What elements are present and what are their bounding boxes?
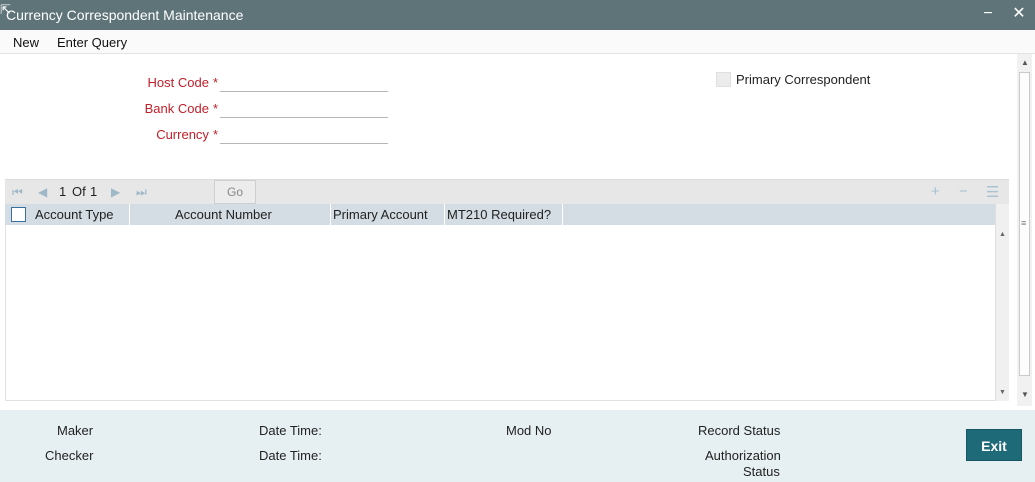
- grid-header: Account Type Account Number Primary Acco…: [5, 204, 995, 225]
- menu-new[interactable]: New: [13, 35, 39, 50]
- mod-no-label: Mod No: [506, 423, 552, 438]
- window-titlebar: ⇱ Currency Correspondent Maintenance − ✕: [0, 0, 1035, 30]
- grid-toolbar: ⏮ ◀ 1 Of 1 ▶ ⏭ Go + − ☰: [5, 179, 1009, 204]
- grid-scrollbar[interactable]: ▲ ▼: [995, 204, 1009, 401]
- column-divider: [330, 204, 331, 225]
- scroll-up-icon[interactable]: ▲: [1021, 58, 1029, 67]
- delete-row-icon[interactable]: −: [959, 183, 968, 200]
- authorization-status-label-line2: Status: [743, 464, 780, 479]
- required-marker: *: [212, 75, 218, 90]
- page-scrollbar[interactable]: ▲ ≡ ▼: [1017, 54, 1032, 406]
- scroll-down-icon[interactable]: ▼: [999, 389, 1006, 396]
- maker-date-time-label: Date Time:: [259, 423, 322, 438]
- checker-label: Checker: [45, 448, 94, 463]
- next-page-icon[interactable]: ▶: [111, 185, 120, 199]
- page-of-label: Of: [72, 184, 86, 199]
- bank-code-label-text: Bank Code: [144, 101, 209, 116]
- column-account-number[interactable]: Account Number: [175, 207, 272, 222]
- single-view-icon[interactable]: ☰: [986, 183, 999, 201]
- last-page-icon[interactable]: ⏭: [136, 185, 147, 200]
- window-title: Currency Correspondent Maintenance: [6, 7, 244, 23]
- primary-correspondent-label: Primary Correspondent: [736, 72, 871, 87]
- host-code-label: Host Code *: [98, 75, 218, 90]
- maker-label: Maker: [57, 423, 94, 438]
- form-area: Host Code * Bank Code * Currency * Primary …: [0, 54, 1017, 406]
- record-status-label: Record Status: [698, 423, 781, 438]
- menu-enter-query[interactable]: Enter Query: [57, 35, 127, 50]
- column-divider: [129, 204, 130, 225]
- go-button[interactable]: Go: [214, 180, 256, 204]
- minimize-icon[interactable]: −: [978, 4, 998, 24]
- add-row-icon[interactable]: +: [931, 183, 940, 200]
- column-mt210-required[interactable]: MT210 Required?: [447, 207, 551, 222]
- bank-code-input[interactable]: [220, 98, 388, 118]
- column-account-type[interactable]: Account Type: [35, 207, 114, 222]
- required-marker: *: [212, 101, 218, 116]
- total-pages: 1: [90, 184, 98, 199]
- menu-bar: New Enter Query: [0, 30, 1035, 54]
- currency-label-text: Currency: [156, 127, 209, 142]
- authorization-status-label: Authorization: [705, 448, 781, 463]
- select-all-checkbox[interactable]: [11, 207, 26, 222]
- previous-page-icon[interactable]: ◀: [38, 185, 47, 199]
- currency-label: Currency *: [98, 127, 218, 142]
- bank-code-label: Bank Code *: [98, 101, 218, 116]
- scroll-down-icon[interactable]: ▼: [1021, 390, 1029, 399]
- column-divider: [562, 204, 563, 225]
- current-page[interactable]: 1: [59, 184, 66, 199]
- column-primary-account[interactable]: Primary Account: [333, 207, 428, 222]
- host-code-input[interactable]: [220, 72, 388, 92]
- required-marker: *: [212, 127, 218, 142]
- audit-footer: Maker Checker Date Time: Date Time: Mod …: [0, 410, 1035, 482]
- close-icon[interactable]: ✕: [1009, 4, 1029, 24]
- column-divider: [444, 204, 445, 225]
- host-code-label-text: Host Code: [147, 75, 209, 90]
- exit-button[interactable]: Exit: [966, 429, 1022, 461]
- scrollbar-grip-icon: ≡: [1021, 218, 1027, 228]
- primary-correspondent-checkbox[interactable]: [716, 72, 731, 87]
- first-page-icon[interactable]: ⏮: [12, 185, 23, 200]
- grid-body: [5, 225, 995, 401]
- scroll-up-icon[interactable]: ▲: [999, 231, 1006, 238]
- checker-date-time-label: Date Time:: [259, 448, 322, 463]
- currency-input[interactable]: [220, 124, 388, 144]
